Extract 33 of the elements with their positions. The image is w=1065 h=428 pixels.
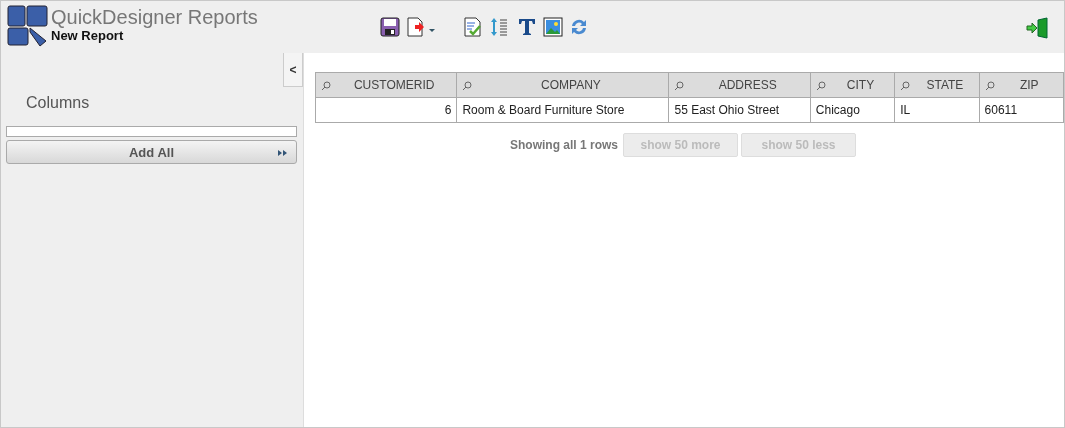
collapse-button[interactable]: <: [283, 53, 303, 87]
column-header[interactable]: CUSTOMERID: [315, 72, 457, 98]
column-header[interactable]: ADDRESS: [668, 72, 811, 98]
column-header[interactable]: ZIP: [979, 72, 1064, 98]
table-cell: Room & Board Furniture Store: [456, 97, 669, 123]
search-icon: [900, 81, 911, 91]
table-cell: 55 East Ohio Street: [668, 97, 811, 123]
line-spacing-icon: [488, 17, 509, 37]
column-header[interactable]: STATE: [894, 72, 980, 98]
search-icon: [462, 81, 473, 91]
app-title: QuickDesigner Reports: [51, 5, 258, 29]
table-cell: 6: [315, 97, 457, 123]
table-cell: Chicago: [810, 97, 895, 123]
column-header[interactable]: COMPANY: [456, 72, 669, 98]
search-icon: [674, 81, 685, 91]
report-name: New Report: [51, 28, 125, 43]
document-arrow-icon: [405, 17, 438, 37]
exit-button[interactable]: [1026, 17, 1050, 42]
add-all-button[interactable]: Add All: [6, 140, 297, 164]
image-icon: [542, 17, 563, 37]
row-count: Showing all 1 rows: [510, 138, 619, 152]
document-check-icon: [462, 17, 483, 37]
table-cell: IL: [894, 97, 980, 123]
columns-heading: Columns: [26, 94, 91, 112]
column-header[interactable]: CITY: [810, 72, 895, 98]
search-icon: [321, 81, 331, 91]
search-icon: [815, 81, 826, 91]
exit-door-icon: [1026, 17, 1050, 39]
logo-icon: [7, 5, 49, 47]
search-icon: [984, 81, 995, 91]
table-cell: 60611: [979, 97, 1064, 123]
double-arrow-icon: [278, 150, 288, 156]
serif-t-icon: [516, 17, 537, 37]
